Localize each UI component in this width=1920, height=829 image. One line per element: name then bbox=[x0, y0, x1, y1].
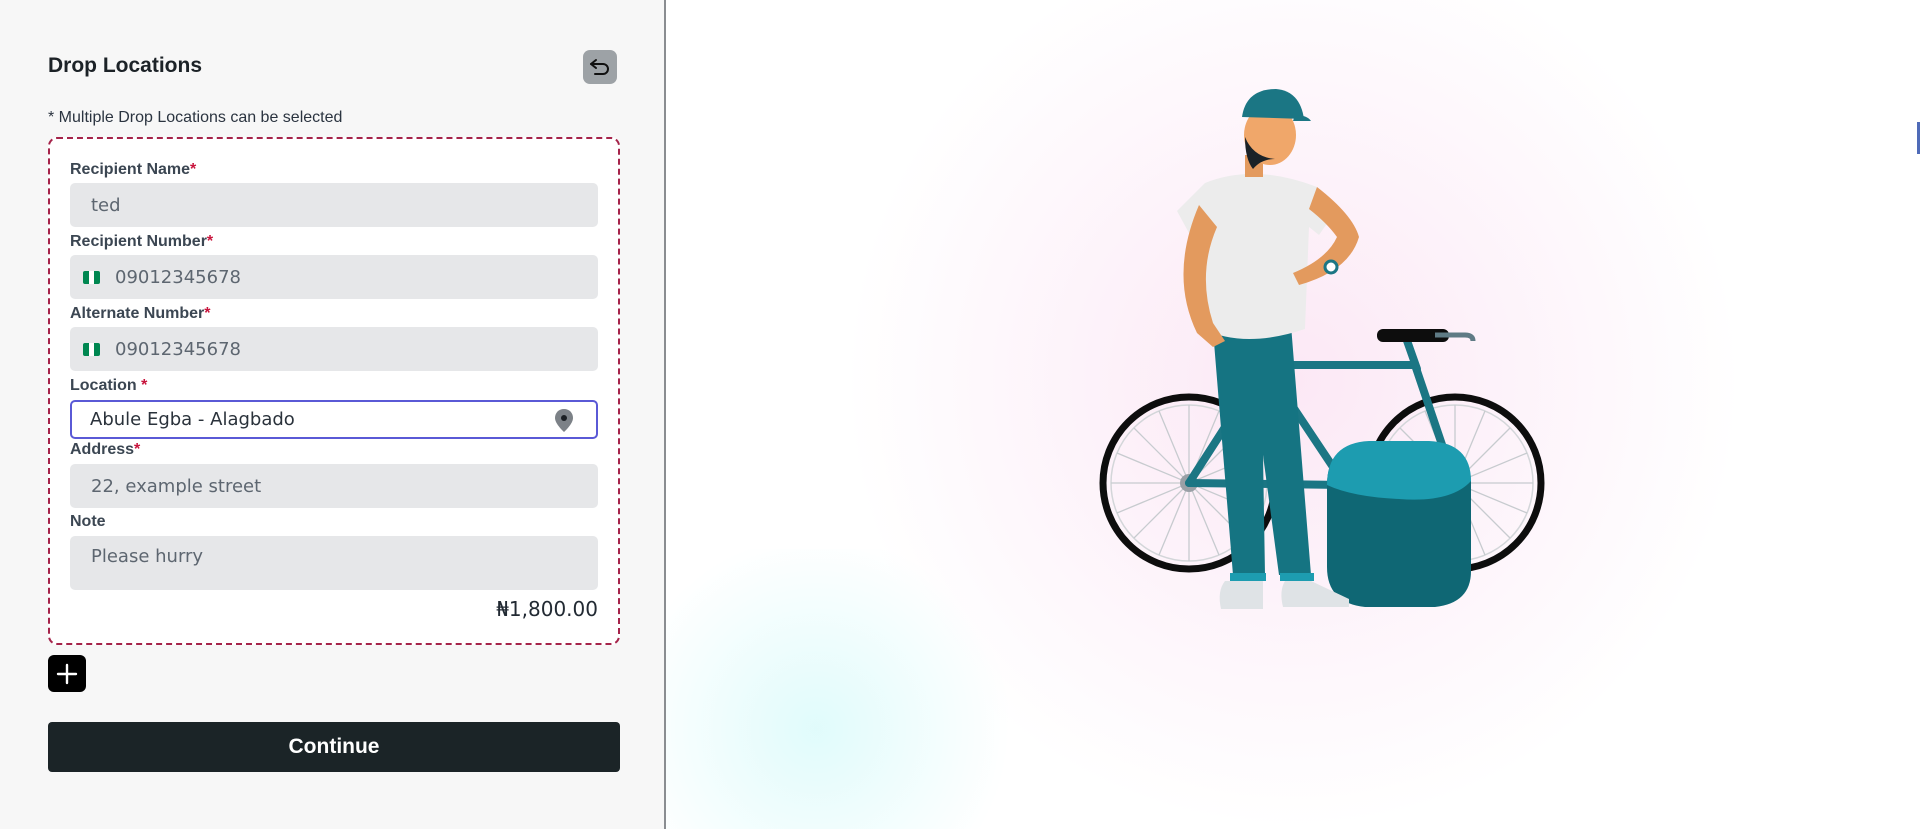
location-value: Abule Egba - Alagbado bbox=[90, 409, 295, 430]
delivery-rider-with-bicycle-illustration bbox=[1099, 89, 1545, 609]
recipient-number-label: Recipient Number* bbox=[70, 233, 214, 250]
alternate-number-value: 09012345678 bbox=[115, 338, 241, 360]
multiple-locations-hint: * Multiple Drop Locations can be selecte… bbox=[48, 109, 343, 126]
map-pin-icon[interactable] bbox=[554, 408, 574, 433]
delivery-price: ₦1,800.00 bbox=[496, 597, 598, 621]
page-title: Drop Locations bbox=[48, 54, 203, 77]
note-value: Please hurry bbox=[91, 546, 204, 567]
recipient-name-label: Recipient Name* bbox=[70, 161, 197, 178]
back-button[interactable] bbox=[583, 50, 617, 84]
address-value: 22, example street bbox=[91, 475, 262, 497]
undo-arrow-icon bbox=[590, 59, 609, 75]
alternate-number-input[interactable]: 09012345678 bbox=[70, 327, 598, 371]
recipient-number-input[interactable]: 09012345678 bbox=[70, 255, 598, 299]
recipient-number-value: 09012345678 bbox=[115, 266, 241, 288]
recipient-name-value: ted bbox=[91, 194, 121, 216]
drop-locations-panel: Drop Locations * Multiple Drop Locations… bbox=[0, 0, 666, 829]
continue-button[interactable]: Continue bbox=[48, 722, 620, 772]
address-label: Address* bbox=[70, 441, 141, 458]
note-textarea[interactable]: Please hurry bbox=[70, 536, 598, 590]
nigeria-flag-icon bbox=[83, 270, 100, 284]
address-input[interactable]: 22, example street bbox=[70, 464, 598, 508]
location-input[interactable]: Abule Egba - Alagbado bbox=[70, 400, 598, 439]
plus-icon bbox=[56, 663, 78, 684]
nigeria-flag-icon bbox=[83, 342, 100, 356]
drop-location-card: Recipient Name* ted Recipient Number* 09… bbox=[48, 137, 620, 645]
recipient-name-input[interactable]: ted bbox=[70, 183, 598, 227]
note-label: Note bbox=[70, 513, 106, 530]
add-drop-location-button[interactable] bbox=[48, 655, 86, 692]
location-label: Location * bbox=[70, 377, 148, 394]
alternate-number-label: Alternate Number* bbox=[70, 305, 211, 322]
